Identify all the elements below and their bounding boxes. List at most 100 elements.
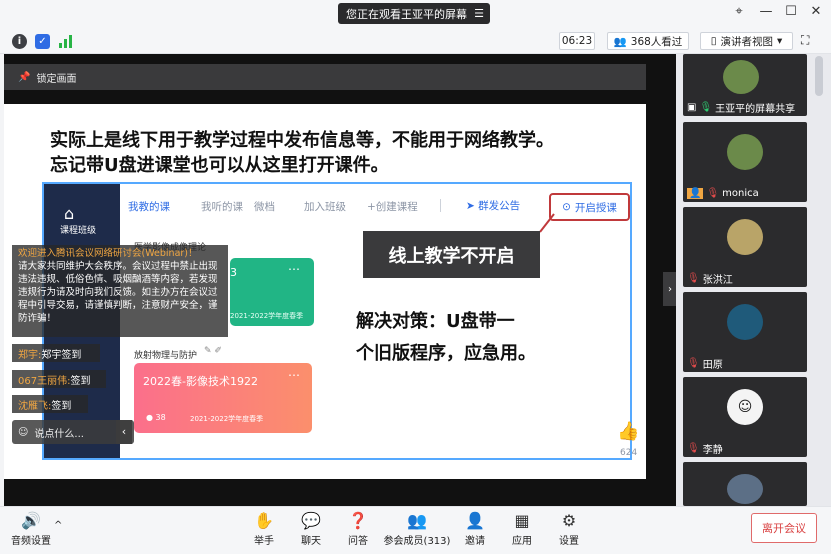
audio-label: 音频设置 [11, 536, 51, 547]
people-icon: ● [146, 413, 153, 422]
more-icon[interactable]: ⋯ [288, 262, 300, 276]
settings-label: 设置 [559, 536, 579, 547]
invite-label: 邀请 [465, 536, 485, 547]
participant-video[interactable] [683, 462, 807, 506]
participant-video[interactable]: ☺ 🎙 李静 [683, 377, 807, 457]
menu-icon[interactable]: ☰ [474, 7, 484, 20]
leave-meeting-button[interactable]: 离开会议 [751, 513, 817, 543]
edit-icon[interactable]: ✎ ✐ [204, 346, 222, 356]
participant-name: 王亚平的屏幕共享 [715, 103, 796, 115]
tab-create-course[interactable]: +创建课程 [367, 199, 418, 214]
chat-sender: 067王丽伟: [18, 375, 71, 387]
signal-icon[interactable] [59, 35, 73, 48]
welcome-body: 请大家共同维护大会秩序。会议过程中禁止出现违法违规、低俗色情、吸烟酗酒等内容，若… [18, 261, 218, 324]
mic-off-icon: 🎙 [706, 187, 720, 199]
like-icon[interactable]: 👍 [617, 421, 639, 442]
fullscreen-icon[interactable]: ⛶ [801, 33, 823, 49]
solution-line-2: 个旧版程序，应急用。 [356, 343, 536, 364]
card2-count: ● 38 [146, 413, 166, 422]
add-user-icon: 👤 [465, 511, 485, 530]
lock-screen-button[interactable]: 📌 锁定画面 [10, 66, 86, 88]
apps-label: 应用 [512, 536, 532, 547]
play-icon: ⊙ [562, 201, 571, 213]
apps-icon: ▦ [514, 511, 530, 530]
participants-button[interactable]: 👥 参会成员(313) [381, 510, 453, 547]
raise-hand-label: 举手 [254, 536, 274, 547]
participant-video[interactable]: 🎙 田原 [683, 292, 807, 372]
question-icon: ❓ [348, 511, 368, 530]
mic-icon: 🎙 [699, 101, 713, 113]
gear-icon: ⚙ [561, 511, 577, 530]
window-title[interactable]: 您正在观看王亚平的屏幕 ☰ [338, 3, 490, 24]
start-label: 开启授课 [574, 201, 617, 214]
viewers-count[interactable]: 👥 368人看过 [607, 32, 689, 50]
avatar: ☺ [727, 389, 763, 425]
more-icon-2[interactable]: ⋯ [288, 368, 300, 382]
publish-button[interactable]: ➤ 群发公告 [466, 198, 520, 213]
callout-label: 线上教学不开启 [363, 231, 540, 278]
chat-icon: 💬 [301, 511, 321, 530]
apps-button[interactable]: ▦ 应用 [499, 510, 545, 547]
qa-button[interactable]: ❓ 问答 [335, 510, 381, 547]
chevron-up-icon[interactable]: ^ [54, 520, 62, 531]
minimize-button[interactable]: — [755, 4, 777, 24]
collapse-panel-button[interactable]: › [663, 272, 677, 306]
layout-icon: ▯ [710, 35, 717, 47]
avatar [727, 304, 763, 340]
chat-placeholder: 说点什么... [34, 428, 84, 440]
meeting-timer: 06:23 [559, 32, 595, 50]
chat-sender: 郑宇: [18, 349, 42, 361]
participant-video[interactable]: ▣ 🎙 王亚平的屏幕共享 [683, 54, 807, 116]
mic-off-icon: 🎙 [687, 442, 700, 454]
chat-sender: 沈雁飞: [18, 400, 52, 412]
chat-button[interactable]: 💬 聊天 [288, 510, 334, 547]
chat-line: 沈雁飞: 签到 [12, 395, 88, 413]
tab-my-courses[interactable]: 我教的课 [128, 199, 170, 214]
card2-count-text: 38 [155, 413, 166, 422]
tab-archive[interactable]: 微档 [254, 199, 275, 214]
title-text: 您正在观看王亚平的屏幕 [346, 7, 467, 21]
user-icon: 👤 [687, 187, 704, 199]
chat-text: 郑宇签到 [41, 349, 82, 361]
participant-video[interactable]: 🎙 张洪江 [683, 207, 807, 287]
info-icon[interactable]: i [12, 34, 27, 49]
slide-line-2: 忘记带U盘进课堂也可以从这里打开课件。 [50, 155, 389, 176]
view-mode-select[interactable]: ▯ 演讲者视图 ▾ [700, 32, 793, 50]
users-icon: 👥 [613, 35, 627, 48]
participant-name: 李静 [702, 444, 723, 456]
solution-line-1: 解决对策：U盘带一 [356, 311, 515, 332]
class-icon[interactable]: ⌂ [64, 204, 74, 223]
participant-name: 张洪江 [702, 274, 733, 286]
emoji-icon[interactable]: ☺ [18, 427, 28, 438]
screen-share-icon: ▣ [687, 101, 697, 113]
like-count: 624 [620, 448, 638, 458]
participant-name: 田原 [702, 359, 723, 371]
participant-name: monica [722, 187, 759, 199]
maximize-button[interactable]: ☐ [780, 4, 802, 24]
tab-join-class[interactable]: 加入班级 [304, 199, 346, 214]
scrollbar[interactable] [815, 56, 823, 96]
shield-icon[interactable]: ✓ [35, 34, 50, 49]
tab-listening[interactable]: 我听的课 [201, 199, 243, 214]
pin-icon[interactable]: ⌖ [728, 4, 750, 24]
raise-hand-button[interactable]: ✋ 举手 [241, 510, 287, 547]
hand-icon: ✋ [254, 511, 274, 530]
lock-bar [4, 64, 646, 90]
people-icon: 👥 [407, 511, 427, 530]
card2-term: 2021-2022学年度春季 [190, 415, 264, 423]
chat-text: 签到 [70, 375, 91, 387]
participant-label: 👤 🎙 monica [683, 184, 807, 202]
audio-settings-button[interactable]: 🔊 音频设置 [4, 510, 58, 547]
avatar [727, 474, 763, 504]
send-icon: ➤ [466, 200, 475, 212]
settings-button[interactable]: ⚙ 设置 [546, 510, 592, 547]
start-teaching-button[interactable]: ⊙ 开启授课 [549, 193, 630, 221]
timer-text: 06:23 [561, 35, 593, 47]
speaker-icon: 🔊 [21, 511, 41, 530]
avatar [727, 134, 763, 170]
invite-button[interactable]: 👤 邀请 [452, 510, 498, 547]
participant-video[interactable]: 👤 🎙 monica [683, 122, 807, 202]
chevron-left-icon[interactable]: ‹ [116, 420, 132, 444]
chat-welcome: 欢迎进入腾讯会议网络研讨会(Webinar)！ 请大家共同维护大会秩序。会议过程… [12, 245, 228, 337]
close-button[interactable]: ✕ [805, 4, 827, 24]
